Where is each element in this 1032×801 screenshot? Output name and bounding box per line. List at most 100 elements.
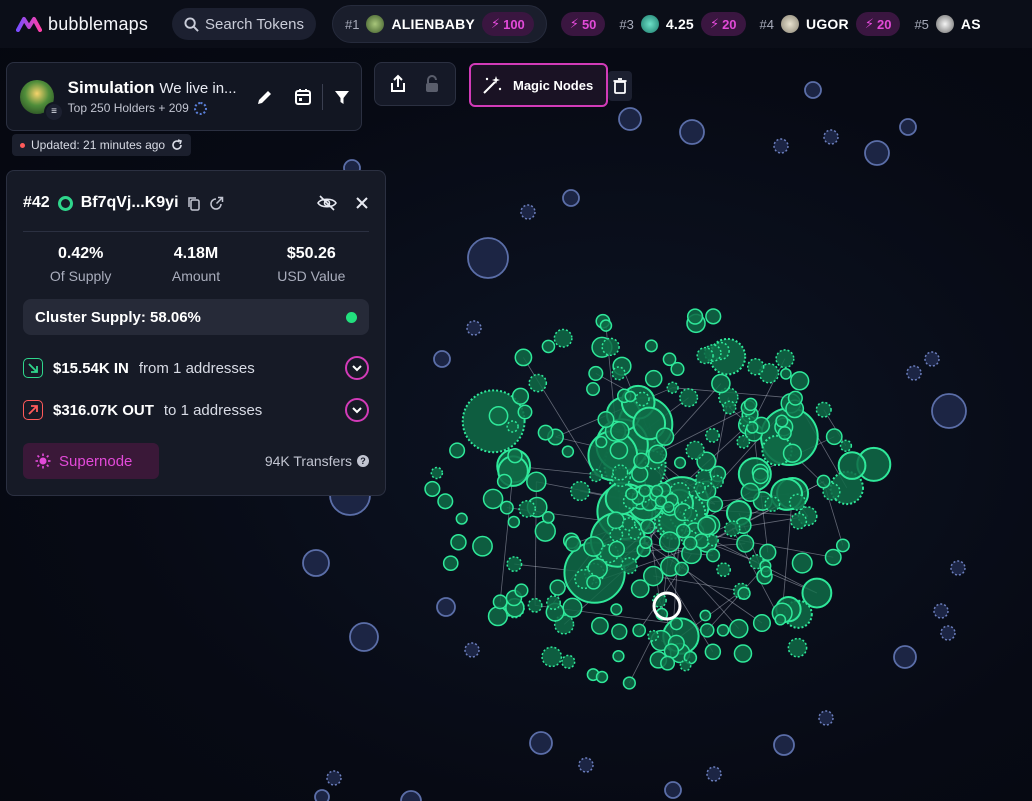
- delete-button[interactable]: [608, 71, 632, 101]
- holder-bubble[interactable]: [610, 603, 623, 616]
- holder-bubble[interactable]: [400, 790, 422, 801]
- holder-bubble[interactable]: [467, 237, 509, 279]
- holder-bubble[interactable]: [488, 405, 509, 426]
- holder-bubble[interactable]: [789, 371, 810, 391]
- boost-badge[interactable]: ⚡ 100: [481, 12, 534, 36]
- holder-bubble[interactable]: [777, 426, 792, 441]
- holder-bubble[interactable]: [534, 520, 556, 542]
- holder-bubble[interactable]: [507, 515, 521, 529]
- holder-bubble[interactable]: [430, 466, 444, 480]
- holder-bubble[interactable]: [931, 393, 967, 429]
- holder-bubble[interactable]: [705, 308, 722, 325]
- holder-bubble[interactable]: [450, 534, 467, 551]
- token-item-1[interactable]: #1 ALIENBABY ⚡ 100: [332, 5, 547, 43]
- holder-bubble[interactable]: [679, 659, 692, 672]
- holder-bubble[interactable]: [492, 594, 508, 610]
- holder-bubble[interactable]: [716, 562, 732, 578]
- holder-bubble[interactable]: [611, 623, 628, 640]
- token-item-2[interactable]: ⚡ 50: [560, 12, 606, 36]
- holder-bubble[interactable]: [775, 414, 789, 428]
- holder-bubble[interactable]: [773, 138, 789, 154]
- holder-bubble[interactable]: [686, 308, 704, 325]
- holder-bubble[interactable]: [696, 346, 714, 365]
- holder-bubble[interactable]: [788, 493, 807, 511]
- holder-bubble[interactable]: [506, 420, 519, 433]
- holder-bubble[interactable]: [625, 487, 639, 501]
- holder-bubble[interactable]: [736, 534, 755, 553]
- holder-bubble[interactable]: [496, 473, 513, 490]
- holder-bubble[interactable]: [449, 442, 466, 459]
- holder-bubble[interactable]: [804, 81, 822, 99]
- holder-bubble[interactable]: [723, 520, 741, 537]
- holder-bubble[interactable]: [549, 579, 566, 596]
- refresh-icon[interactable]: [171, 139, 183, 151]
- holder-bubble[interactable]: [638, 484, 652, 498]
- holder-bubble[interactable]: [506, 556, 523, 573]
- holder-bubble[interactable]: [599, 319, 613, 332]
- holder-bubble[interactable]: [791, 552, 813, 574]
- holder-bubble[interactable]: [487, 606, 508, 627]
- holder-bubble[interactable]: [739, 415, 751, 427]
- token-item-4[interactable]: #4 UGOR ⚡ 20: [760, 12, 901, 36]
- holder-bubble[interactable]: [679, 388, 699, 408]
- holder-bubble[interactable]: [650, 484, 664, 498]
- holder-bubble[interactable]: [706, 548, 721, 563]
- holder-bubble[interactable]: [589, 468, 603, 483]
- holder-bubble[interactable]: [612, 464, 629, 481]
- holder-bubble[interactable]: [673, 456, 687, 469]
- holder-bubble[interactable]: [578, 757, 594, 773]
- holder-bubble[interactable]: [514, 348, 533, 367]
- holder-bubble[interactable]: [610, 421, 630, 441]
- cluster-supply[interactable]: Cluster Supply: 58.06%: [23, 299, 369, 335]
- holder-bubble[interactable]: [640, 518, 656, 535]
- holder-bubble[interactable]: [679, 119, 705, 145]
- holder-bubble[interactable]: [442, 555, 459, 572]
- holder-bubble[interactable]: [436, 597, 456, 617]
- holder-bubble[interactable]: [893, 645, 917, 669]
- holder-bubble[interactable]: [705, 427, 720, 443]
- holder-bubble[interactable]: [507, 447, 523, 464]
- holder-bubble[interactable]: [669, 617, 683, 631]
- holder-bubble[interactable]: [553, 328, 573, 348]
- holder-bubble[interactable]: [437, 493, 454, 510]
- holder-bubble[interactable]: [839, 439, 853, 452]
- holder-bubble[interactable]: [624, 390, 637, 403]
- holder-bubble[interactable]: [529, 731, 553, 755]
- holder-bubble[interactable]: [790, 512, 808, 530]
- holder-bubble[interactable]: [541, 339, 556, 354]
- holder-bubble[interactable]: [466, 320, 482, 336]
- holder-bubble[interactable]: [660, 655, 676, 671]
- holder-bubble[interactable]: [612, 649, 625, 663]
- holder-bubble[interactable]: [326, 770, 342, 786]
- holder-bubble[interactable]: [774, 613, 787, 626]
- holder-bubble[interactable]: [933, 603, 949, 619]
- inflow-row[interactable]: $15.54K IN from 1 addresses: [23, 354, 369, 382]
- holder-bubble[interactable]: [662, 501, 675, 514]
- holder-bubble[interactable]: [482, 488, 504, 510]
- holder-bubble[interactable]: [609, 440, 629, 460]
- holder-bubble[interactable]: [815, 401, 832, 418]
- holder-bubble[interactable]: [780, 368, 792, 380]
- holder-bubble[interactable]: [520, 204, 536, 220]
- holder-bubble[interactable]: [634, 391, 650, 407]
- search-input[interactable]: Search Tokens: [172, 8, 316, 40]
- holder-bubble[interactable]: [736, 434, 751, 449]
- holder-bubble[interactable]: [746, 358, 765, 376]
- holder-bubble[interactable]: [716, 624, 730, 637]
- holder-bubble[interactable]: [764, 496, 781, 513]
- boost-badge[interactable]: ⚡ 20: [700, 12, 746, 36]
- magic-nodes-button[interactable]: Magic Nodes: [469, 63, 608, 107]
- holder-bubble[interactable]: [752, 613, 771, 633]
- holder-bubble[interactable]: [737, 586, 751, 601]
- holder-bubble[interactable]: [683, 507, 698, 522]
- holder-bubble[interactable]: [787, 390, 803, 406]
- holder-bubble[interactable]: [899, 118, 917, 136]
- holder-bubble[interactable]: [706, 534, 719, 547]
- holder-bubble[interactable]: [527, 597, 543, 613]
- holder-bubble[interactable]: [541, 646, 563, 668]
- holder-bubble[interactable]: [837, 451, 867, 480]
- holder-bubble[interactable]: [818, 710, 834, 726]
- lock-icon[interactable]: [423, 74, 441, 94]
- holder-bubble[interactable]: [924, 351, 940, 367]
- holder-bubble[interactable]: [595, 670, 609, 684]
